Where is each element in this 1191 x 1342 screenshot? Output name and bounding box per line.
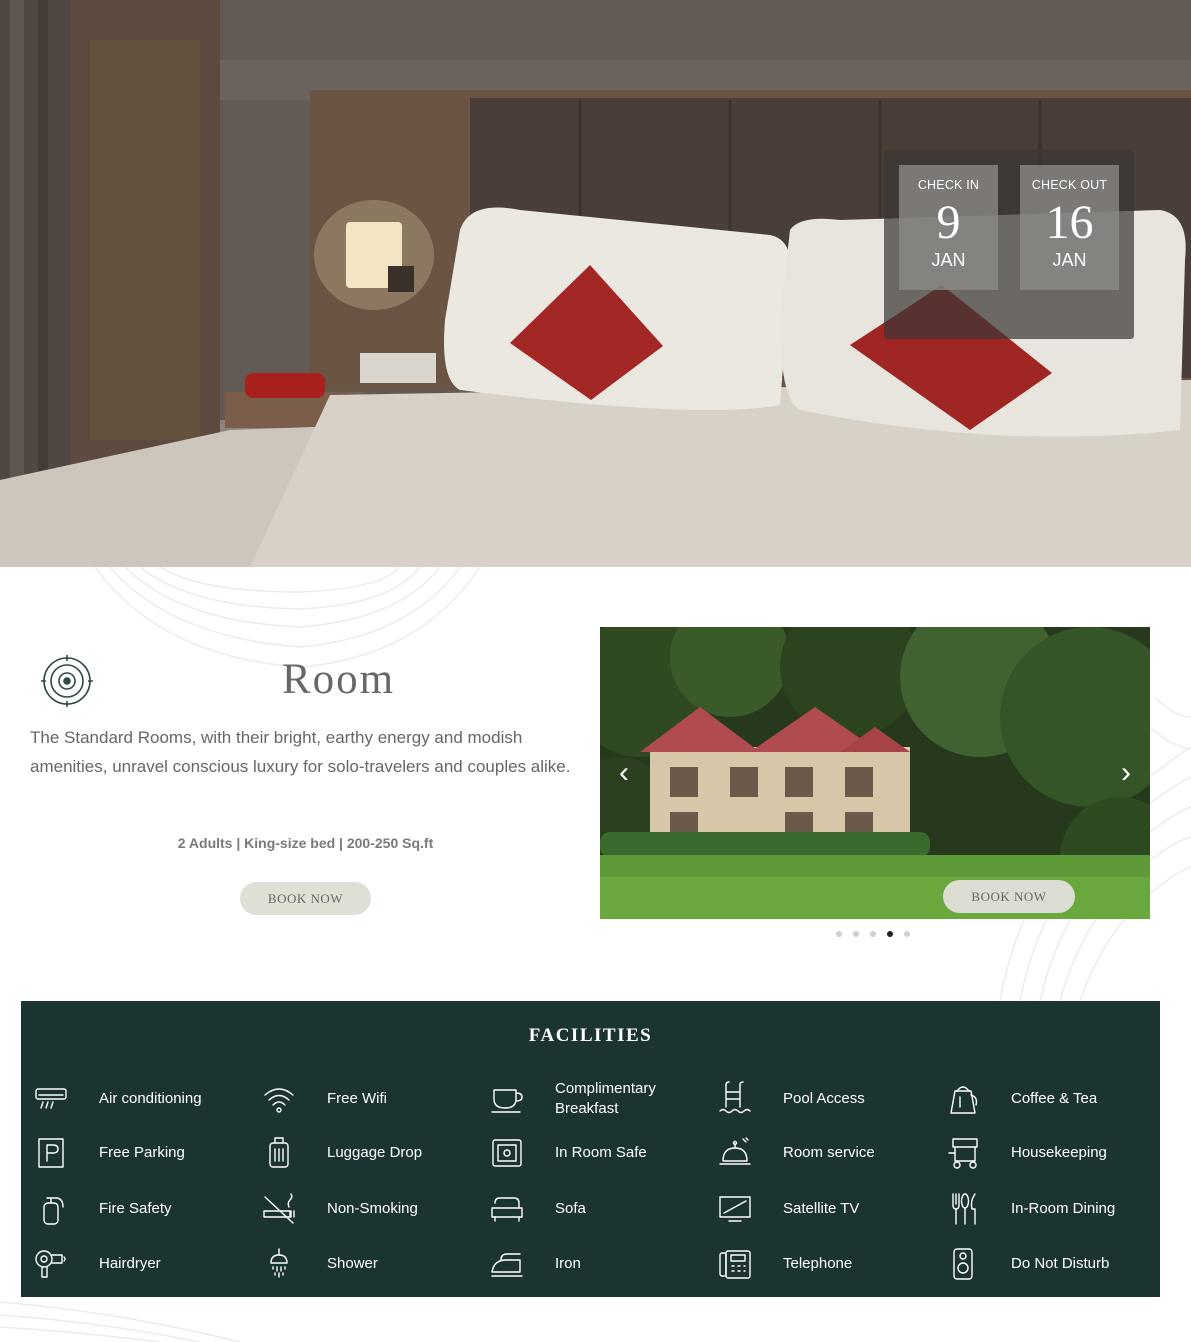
check-out-month: JAN — [1052, 250, 1087, 270]
check-in-month: JAN — [931, 250, 966, 270]
facility-iron: Iron — [477, 1242, 705, 1286]
check-out-label: CHECK OUT — [1031, 178, 1108, 192]
facility-label: In Room Safe — [555, 1144, 647, 1161]
facility-hairdryer: Hairdryer — [21, 1242, 249, 1286]
cottage-photo — [600, 627, 1150, 919]
facility-luggage-drop: Luggage Drop — [249, 1131, 477, 1175]
carousel-dot[interactable] — [870, 931, 876, 937]
facility-non-smoking: Non-Smoking — [249, 1187, 477, 1231]
booking-dates-panel: CHECK IN 9 JAN CHECK OUT 16 JAN — [884, 150, 1134, 339]
tv-icon — [717, 1191, 753, 1227]
facility-coffee-tea: Coffee & Tea — [933, 1077, 1161, 1121]
facility-label: Shower — [327, 1255, 378, 1272]
wifi-icon — [261, 1081, 297, 1117]
facility-complimentary-breakfast: Complimentary Breakfast — [477, 1077, 705, 1121]
housekeeping-cart-icon — [945, 1135, 981, 1171]
carousel-book-now-button[interactable]: BOOK NOW — [943, 880, 1075, 913]
facility-label: Housekeeping — [1011, 1144, 1107, 1161]
luggage-icon — [261, 1135, 297, 1171]
facility-label: Hairdryer — [99, 1255, 161, 1272]
facility-label: Complimentary Breakfast — [555, 1080, 656, 1117]
carousel-prev-arrow[interactable]: ‹ — [612, 758, 636, 788]
facility-free-wifi: Free Wifi — [249, 1077, 477, 1121]
hero-banner: CHECK IN 9 JAN CHECK OUT 16 JAN — [0, 0, 1191, 567]
air-conditioner-icon — [33, 1081, 69, 1117]
telephone-icon — [717, 1246, 753, 1282]
room-emblem-icon — [41, 655, 93, 707]
facility-label: Non-Smoking — [327, 1200, 418, 1217]
sofa-icon — [489, 1191, 525, 1227]
facility-fire-safety: Fire Safety — [21, 1187, 249, 1231]
facility-label: Satellite TV — [783, 1200, 860, 1217]
kettle-icon — [945, 1081, 981, 1117]
carousel-dot[interactable] — [904, 931, 910, 937]
facility-label: Free Wifi — [327, 1090, 387, 1107]
room-section: Room The Standard Rooms, with their brig… — [0, 567, 1191, 1001]
room-specs: 2 Adults | King-size bed | 200-250 Sq.ft — [177, 835, 434, 851]
room-image-carousel[interactable]: ‹ › BOOK NOW — [600, 627, 1150, 919]
check-in-date[interactable]: CHECK IN 9 JAN — [899, 165, 998, 290]
iron-icon — [489, 1246, 525, 1282]
facility-label: Coffee & Tea — [1011, 1090, 1098, 1107]
carousel-dot-active[interactable] — [887, 931, 893, 937]
facility-label: Room service — [783, 1144, 875, 1161]
check-in-day: 9 — [936, 196, 961, 249]
facility-label: Do Not Disturb — [1011, 1255, 1110, 1272]
facility-label: Luggage Drop — [327, 1144, 423, 1161]
door-hanger-icon — [945, 1246, 981, 1282]
carousel-dot[interactable] — [836, 931, 842, 937]
check-out-date[interactable]: CHECK OUT 16 JAN — [1020, 165, 1119, 290]
check-out-day: 16 — [1045, 196, 1094, 249]
facility-label: Sofa — [555, 1200, 586, 1217]
facility-do-not-disturb: Do Not Disturb — [933, 1242, 1161, 1286]
check-in-label: CHECK IN — [917, 178, 980, 192]
facility-label: Fire Safety — [99, 1200, 172, 1217]
pool-ladder-icon — [717, 1081, 753, 1117]
fire-extinguisher-icon — [33, 1191, 69, 1227]
facility-label: Iron — [555, 1255, 581, 1272]
parking-icon — [33, 1135, 69, 1171]
facility-shower: Shower — [249, 1242, 477, 1286]
facility-room-service: Room service — [705, 1131, 933, 1175]
facility-in-room-safe: In Room Safe — [477, 1131, 705, 1175]
facility-telephone: Telephone — [705, 1242, 933, 1286]
facility-label: Free Parking — [99, 1144, 185, 1161]
safe-icon — [489, 1135, 525, 1171]
facility-free-parking: Free Parking — [21, 1131, 249, 1175]
facility-in-room-dining: In-Room Dining — [933, 1187, 1161, 1231]
facility-housekeeping: Housekeeping — [933, 1131, 1161, 1175]
book-now-button[interactable]: BOOK NOW — [240, 882, 371, 915]
facility-pool-access: Pool Access — [705, 1077, 933, 1121]
carousel-pagination — [836, 931, 910, 941]
shower-icon — [261, 1246, 297, 1282]
cutlery-icon — [945, 1191, 981, 1227]
facility-air-conditioning: Air conditioning — [21, 1077, 249, 1121]
facility-sofa: Sofa — [477, 1187, 705, 1231]
facility-label: Pool Access — [783, 1090, 865, 1107]
facility-satellite-tv: Satellite TV — [705, 1187, 933, 1231]
service-bell-icon — [717, 1135, 753, 1171]
no-smoking-icon — [261, 1191, 297, 1227]
facility-label: Telephone — [783, 1255, 853, 1272]
room-description: The Standard Rooms, with their bright, e… — [30, 728, 571, 776]
carousel-next-arrow[interactable]: › — [1114, 758, 1138, 788]
facility-label: Air conditioning — [99, 1090, 202, 1107]
facilities-panel: FACILITIES Air conditioning Free Wifi Comp… — [21, 1001, 1160, 1297]
carousel-dot[interactable] — [853, 931, 859, 937]
facility-label: In-Room Dining — [1011, 1200, 1116, 1217]
coffee-cup-icon — [489, 1081, 525, 1117]
decorative-wood-rings-bottom — [0, 1301, 241, 1342]
hairdryer-icon — [33, 1246, 69, 1282]
room-title: Room — [282, 656, 396, 703]
facilities-title: FACILITIES — [528, 1025, 653, 1046]
